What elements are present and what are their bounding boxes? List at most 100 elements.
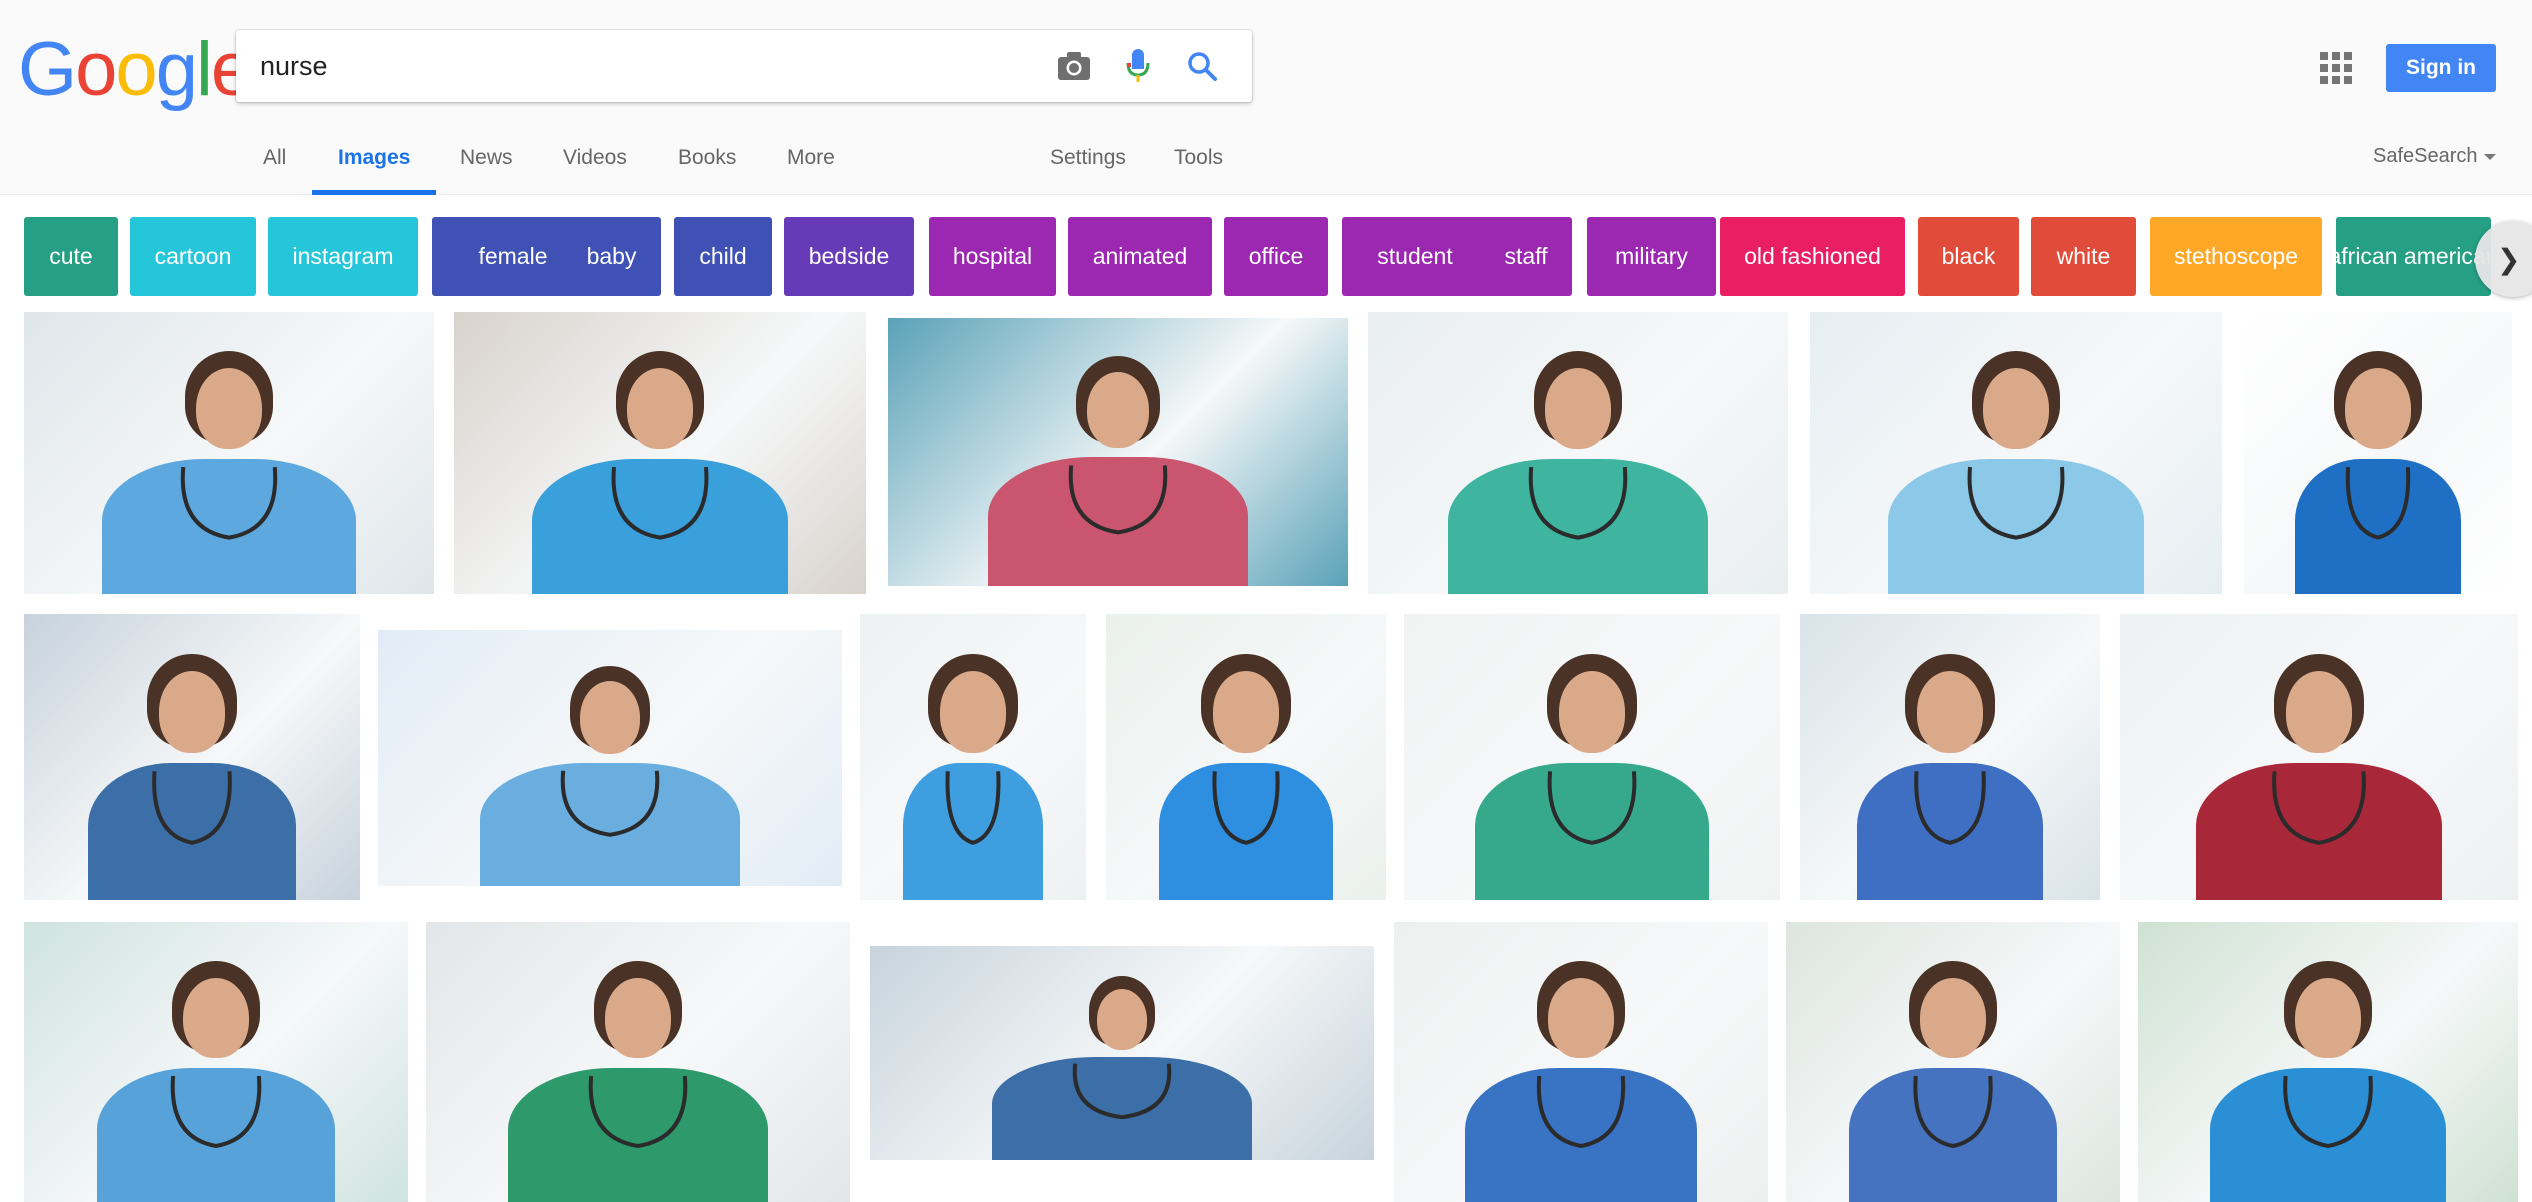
chip-label: cartoon [154,243,232,269]
chip-label: child [699,243,747,269]
chip-child[interactable]: child [674,217,772,296]
microphone-icon[interactable] [1116,44,1160,88]
tab-settings[interactable]: Settings [1050,146,1126,170]
safesearch-dropdown[interactable]: SafeSearch [2373,145,2496,168]
image-result[interactable] [1106,614,1386,900]
image-result[interactable] [1810,312,2222,594]
chip-label: african american [2336,243,2491,269]
image-result[interactable] [870,946,1374,1160]
stethoscope-icon [1967,466,2065,540]
logo-letter: g [155,27,198,112]
search-icon[interactable] [1180,44,1224,88]
image-result[interactable] [2120,614,2518,900]
stethoscope-icon [1914,771,1986,845]
stethoscope-icon [1212,771,1280,845]
chip-stethoscope[interactable]: stethoscope [2150,217,2322,296]
tab-books[interactable]: Books [678,146,736,170]
stethoscope-icon [588,1075,688,1149]
image-result[interactable] [2244,312,2512,594]
tab-all[interactable]: All [263,146,286,170]
chip-label: cute [49,243,93,269]
image-result[interactable] [378,630,842,886]
stethoscope-icon [945,771,1001,845]
search-input[interactable] [260,44,1040,88]
image-result[interactable] [1404,614,1780,900]
chevron-right-icon: ❯ [2497,244,2521,275]
chip-office[interactable]: office [1224,217,1328,296]
related-chips: cute cartoon instagram female baby child bedsi… [0,217,2532,297]
stethoscope-icon [180,466,278,540]
stethoscope-icon [1068,465,1168,535]
chevron-down-icon [2483,153,2496,160]
chip-label: hospital [952,243,1033,269]
chip-label: instagram [292,243,394,269]
image-result[interactable] [454,312,866,594]
chip-old-fashioned[interactable]: old fashioned [1720,217,1905,296]
image-result[interactable] [24,312,434,594]
chip-label: military [1615,243,1688,269]
chip-baby[interactable]: baby [562,217,661,296]
chip-cute[interactable]: cute [24,217,118,296]
camera-icon[interactable] [1052,44,1096,88]
header: Google nurse Sign in All Images News Vid… [0,0,2532,195]
image-result[interactable] [1786,922,2120,1202]
image-result[interactable] [24,614,360,900]
image-result[interactable] [426,922,850,1202]
tab-news[interactable]: News [460,146,513,170]
active-tab-indicator [312,190,436,195]
search-box [236,30,1252,102]
chip-label: animated [1092,243,1188,269]
image-result[interactable] [888,318,1348,586]
image-result[interactable] [860,614,1086,900]
chip-cartoon[interactable]: cartoon [130,217,256,296]
image-result[interactable] [1368,312,1788,594]
chip-black[interactable]: black [1918,217,2019,296]
stethoscope-icon [611,466,709,540]
image-result[interactable] [2138,922,2518,1202]
tab-images[interactable]: Images [338,146,410,170]
stethoscope-icon [1913,1075,1993,1149]
stethoscope-icon [1536,1075,1626,1149]
chip-label: baby [586,243,637,269]
apps-grid-icon[interactable] [2320,52,2352,84]
chip-label: black [1941,243,1996,269]
tab-videos[interactable]: Videos [563,146,627,170]
chip-student[interactable]: student [1342,217,1488,296]
chip-label: white [2056,243,2111,269]
chip-hospital[interactable]: hospital [929,217,1056,296]
stethoscope-icon [2345,466,2411,540]
image-result[interactable] [1394,922,1768,1202]
chip-instagram[interactable]: instagram [268,217,418,296]
chip-white[interactable]: white [2031,217,2136,296]
safesearch-label: SafeSearch [2373,145,2478,167]
stethoscope-icon [2272,771,2366,845]
stethoscope-icon [1072,1063,1172,1120]
image-result[interactable] [1800,614,2100,900]
chip-military[interactable]: military [1587,217,1716,296]
logo-letter: G [18,27,77,112]
tab-more[interactable]: More [787,146,835,170]
stethoscope-icon [152,771,232,845]
chip-label: female [478,243,548,269]
chip-animated[interactable]: animated [1068,217,1212,296]
google-logo[interactable]: Google [18,27,253,112]
chip-label: student [1377,243,1453,269]
logo-letter: o [115,27,157,112]
chip-label: old fashioned [1744,243,1881,269]
stethoscope-icon [170,1075,262,1149]
image-result[interactable] [24,922,408,1202]
sign-in-button[interactable]: Sign in [2386,44,2496,92]
stethoscope-icon [560,770,660,837]
stethoscope-icon [2283,1075,2373,1149]
logo-letter: l [195,27,213,112]
chip-staff[interactable]: staff [1480,217,1572,296]
chip-label: bedside [808,243,890,269]
chip-label: staff [1504,243,1548,269]
chip-label: stethoscope [2173,243,2299,269]
stethoscope-icon [1547,771,1637,845]
logo-letter: o [75,27,117,112]
chip-african-american[interactable]: african american [2336,217,2491,296]
chip-label: office [1248,243,1304,269]
chip-bedside[interactable]: bedside [784,217,914,296]
tab-tools[interactable]: Tools [1174,146,1223,170]
